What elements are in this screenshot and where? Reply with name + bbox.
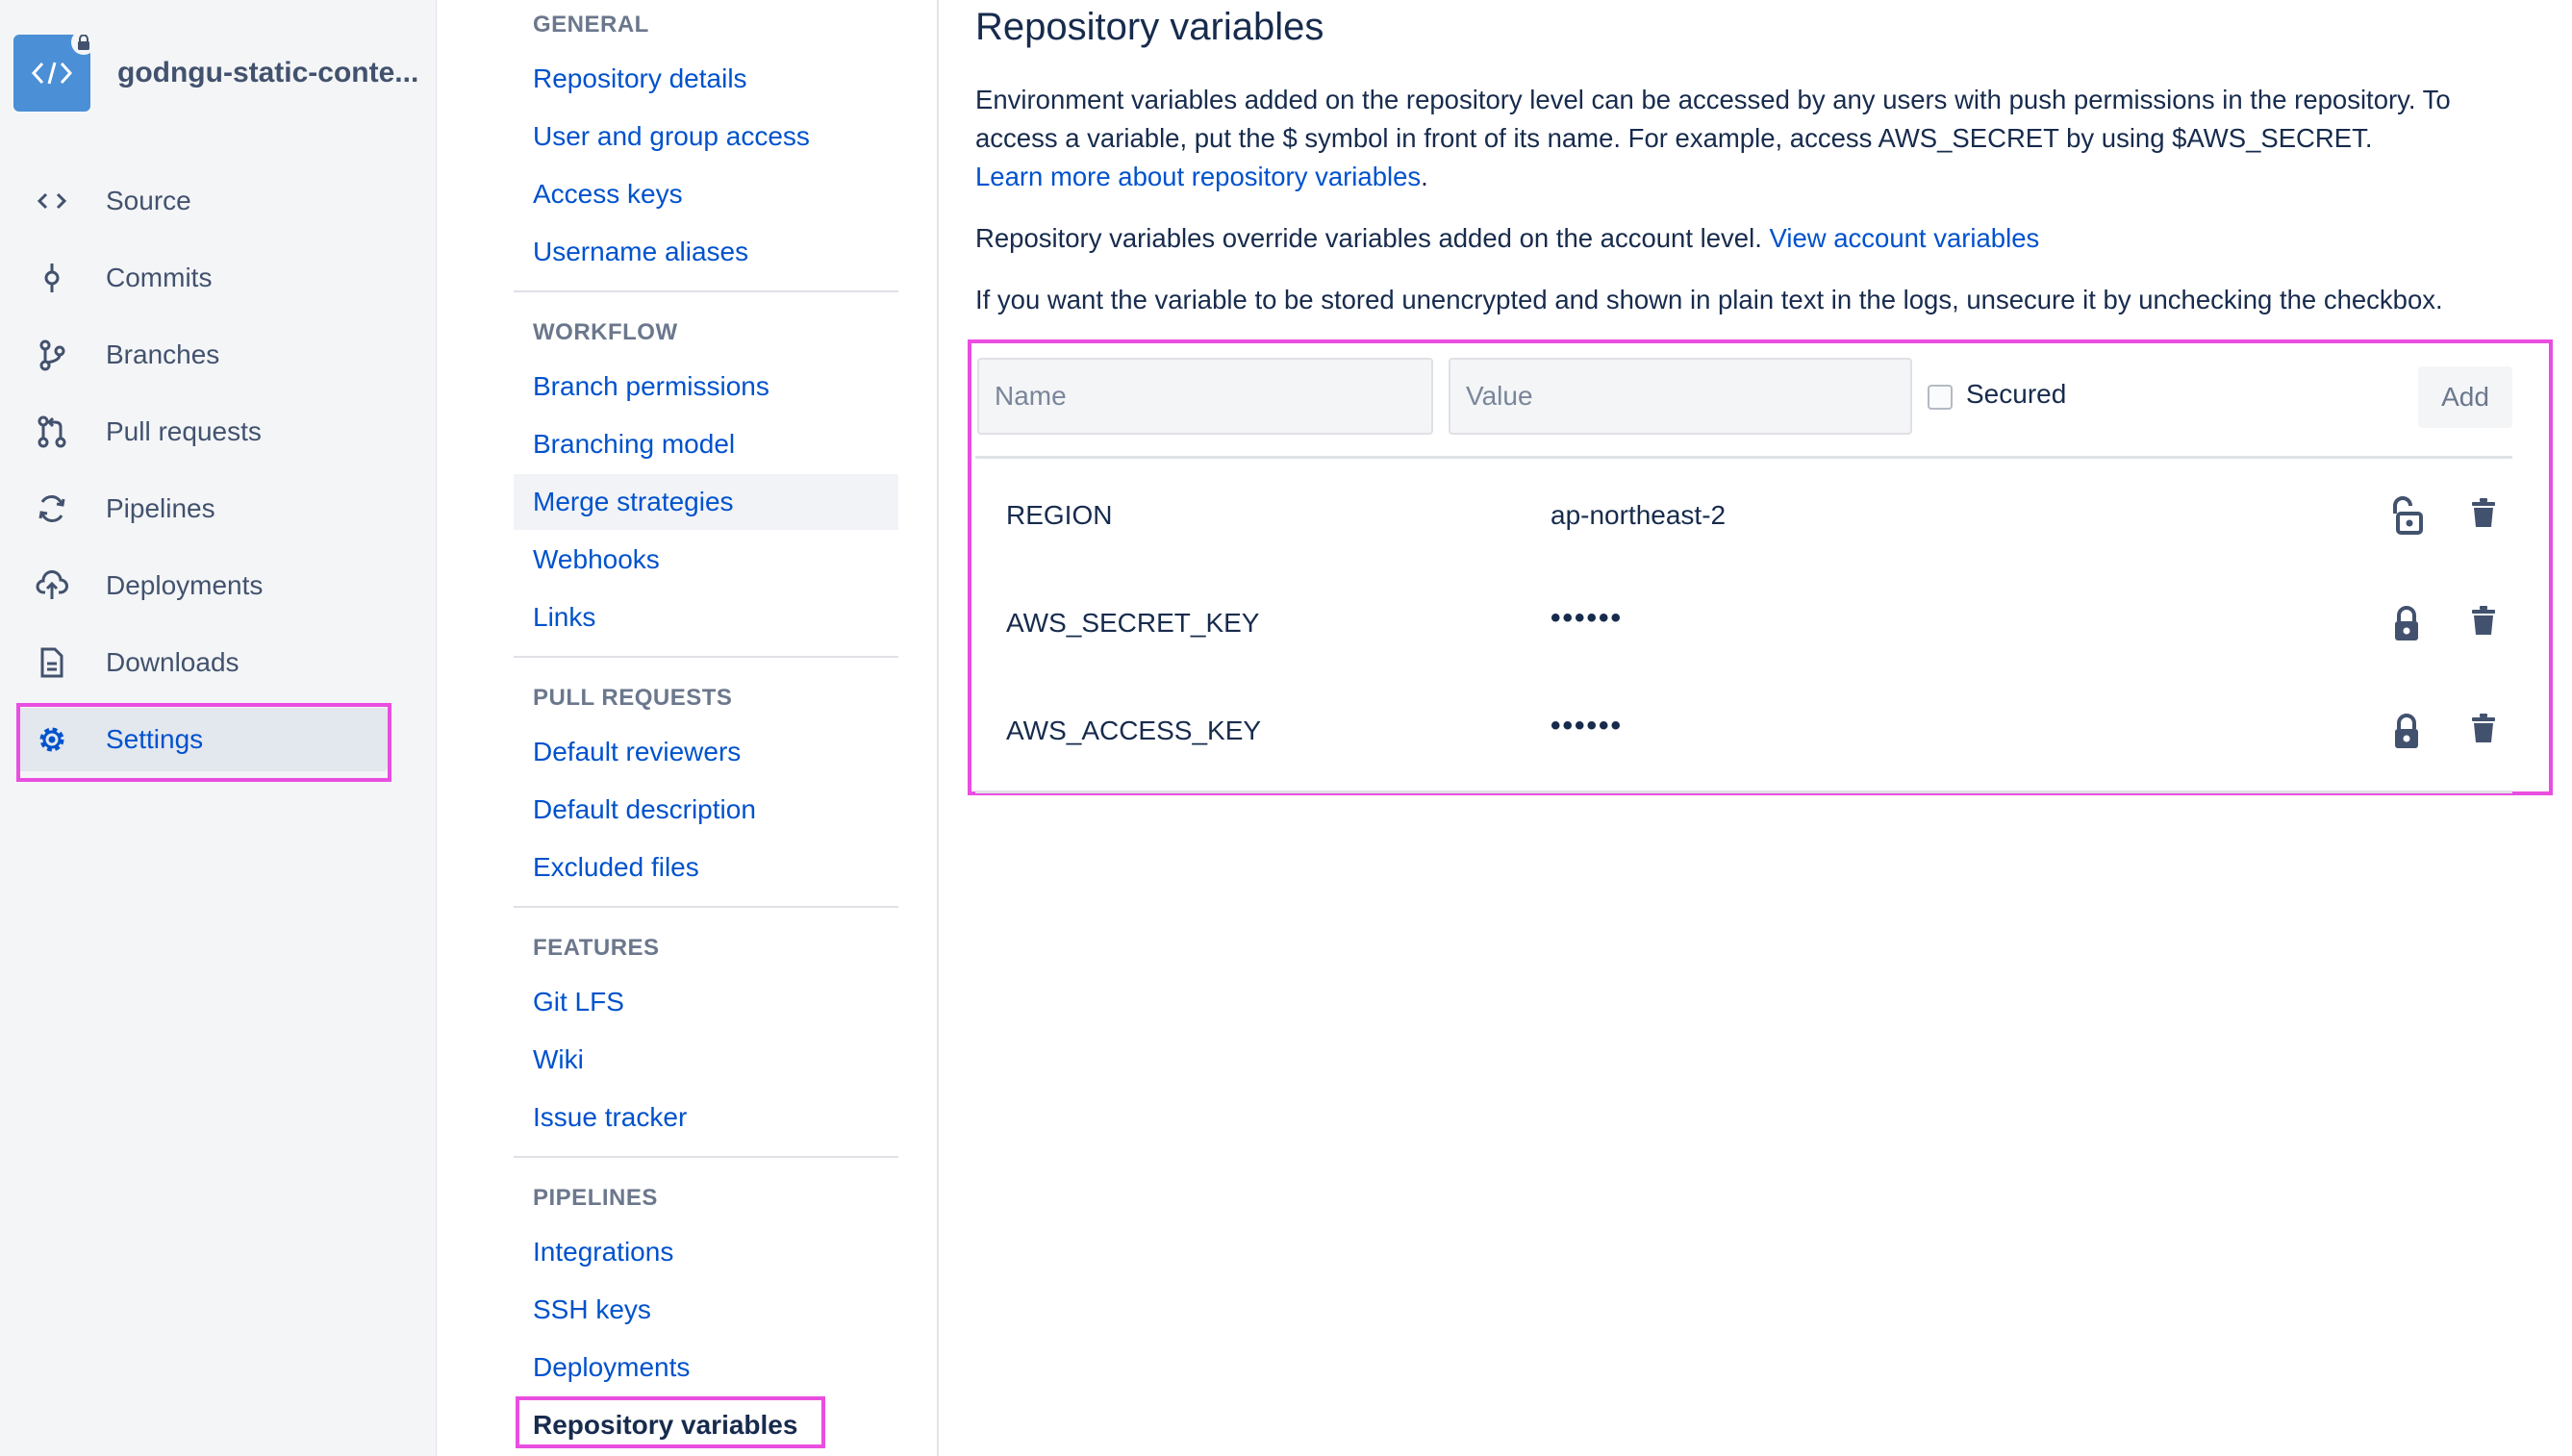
nav-issue-tracker[interactable]: Issue tracker [514, 1090, 898, 1145]
section-title-workflow: WORKFLOW [533, 319, 678, 345]
nav-git-lfs[interactable]: Git LFS [514, 974, 898, 1030]
sidebar-item-label: Deployments [106, 570, 264, 600]
sidebar-item-commits[interactable]: Commits [17, 246, 388, 310]
learn-more-link[interactable]: Learn more about repository variables [975, 162, 1421, 191]
override-text: Repository variables override variables … [975, 223, 1762, 253]
repo-variables-highlight-box [516, 1396, 825, 1448]
unlock-icon[interactable] [2389, 496, 2424, 535]
variable-row: REGION ap-northeast-2 [975, 467, 2512, 564]
sidebar-item-source[interactable]: Source [17, 169, 388, 233]
add-variable-button[interactable]: Add [2418, 366, 2512, 428]
nav-links[interactable]: Links [514, 590, 898, 645]
nav-branching-model[interactable]: Branching model [514, 416, 898, 472]
section-title-features: FEATURES [533, 935, 660, 961]
column-divider [937, 0, 939, 1456]
intro-paragraph: Environment variables added on the repos… [975, 81, 2534, 196]
sidebar-item-deployments[interactable]: Deployments [17, 554, 388, 617]
sidebar-item-label: Pipelines [106, 493, 215, 523]
nav-wiki[interactable]: Wiki [514, 1032, 898, 1088]
nav-merge-strategies[interactable]: Merge strategies [514, 474, 898, 530]
override-paragraph: Repository variables override variables … [975, 219, 2534, 258]
variable-name: AWS_ACCESS_KEY [1006, 715, 1262, 745]
lock-icon[interactable] [2389, 712, 2424, 750]
section-title-pipelines: PIPELINES [533, 1185, 658, 1211]
sidebar-item-label: Branches [106, 339, 220, 369]
variable-row: AWS_ACCESS_KEY •••••• [975, 683, 2512, 779]
variable-name: REGION [1006, 500, 1113, 530]
variable-value-masked: •••••• [1551, 602, 1624, 634]
divider [975, 791, 2512, 793]
secured-checkbox[interactable] [1928, 385, 1953, 410]
repo-header[interactable]: godngu-static-conte... [13, 30, 419, 112]
nav-excluded-files[interactable]: Excluded files [514, 840, 898, 895]
sidebar-item-label: Pull requests [106, 416, 262, 446]
variable-name-input[interactable] [977, 358, 1433, 435]
branch-icon [33, 336, 71, 374]
document-icon [33, 643, 71, 682]
section-title-pull-requests: PULL REQUESTS [533, 685, 733, 711]
variable-value-masked: •••••• [1551, 710, 1624, 741]
sidebar-item-downloads[interactable]: Downloads [17, 631, 388, 694]
repo-avatar [13, 30, 96, 112]
divider [514, 656, 898, 658]
nav-default-reviewers[interactable]: Default reviewers [514, 724, 898, 780]
variable-value: ap-northeast-2 [1551, 500, 1727, 530]
nav-default-description[interactable]: Default description [514, 782, 898, 838]
view-account-variables-link[interactable]: View account variables [1769, 223, 2039, 253]
sidebar-item-label: Commits [106, 263, 213, 292]
cloud-upload-icon [33, 566, 71, 605]
divider [514, 906, 898, 908]
nav-user-and-group-access[interactable]: User and group access [514, 109, 898, 164]
sidebar-item-branches[interactable]: Branches [17, 323, 388, 387]
sidebar-item-label: Source [106, 186, 191, 215]
variable-name: AWS_SECRET_KEY [1006, 608, 1260, 638]
divider [514, 1156, 898, 1158]
commit-icon [33, 259, 71, 297]
sidebar-item-pull-requests[interactable]: Pull requests [17, 400, 388, 464]
divider [975, 456, 2512, 459]
trash-icon[interactable] [2466, 604, 2501, 639]
lock-icon[interactable] [2389, 604, 2424, 642]
unsecure-paragraph: If you want the variable to be stored un… [975, 285, 2443, 314]
pipelines-icon [33, 490, 71, 528]
intro-text: Environment variables added on the repos… [975, 85, 2451, 153]
private-lock-icon [71, 30, 96, 55]
trash-icon[interactable] [2466, 712, 2501, 746]
learn-more-suffix: . [1421, 162, 1428, 191]
settings-highlight-box [16, 703, 391, 782]
divider [514, 290, 898, 292]
sidebar-item-label: Downloads [106, 647, 240, 677]
nav-webhooks[interactable]: Webhooks [514, 532, 898, 588]
code-icon [33, 182, 71, 220]
code-icon [31, 62, 73, 85]
repo-name: godngu-static-conte... [117, 57, 419, 88]
sidebar-item-pipelines[interactable]: Pipelines [17, 477, 388, 540]
nav-deployments[interactable]: Deployments [514, 1340, 898, 1395]
variable-row: AWS_SECRET_KEY •••••• [975, 575, 2512, 671]
variable-value-input[interactable] [1449, 358, 1912, 435]
nav-access-keys[interactable]: Access keys [514, 166, 898, 222]
nav-repository-details[interactable]: Repository details [514, 51, 898, 107]
trash-icon[interactable] [2466, 496, 2501, 531]
secured-label: Secured [1966, 379, 2067, 409]
pull-request-icon [33, 413, 71, 451]
nav-username-aliases[interactable]: Username aliases [514, 224, 898, 280]
nav-branch-permissions[interactable]: Branch permissions [514, 359, 898, 414]
nav-ssh-keys[interactable]: SSH keys [514, 1282, 898, 1338]
page-title: Repository variables [975, 6, 1324, 48]
nav-integrations[interactable]: Integrations [514, 1224, 898, 1280]
section-title-general: GENERAL [533, 12, 649, 38]
